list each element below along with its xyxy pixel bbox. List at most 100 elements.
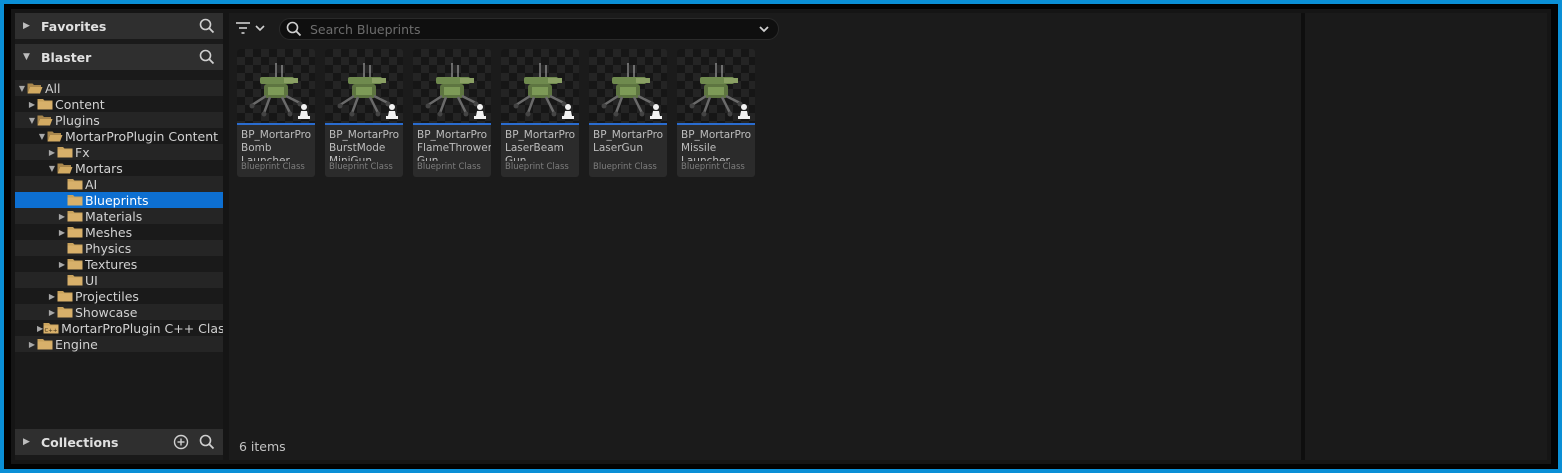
folder-icon	[37, 338, 53, 350]
tree-item[interactable]: ▶ Fx	[15, 144, 223, 160]
filter-button[interactable]	[235, 19, 271, 37]
item-count: 6 items	[239, 439, 286, 454]
tree-item-label: Blueprints	[85, 192, 149, 208]
expand-right-icon[interactable]: ▶	[27, 100, 37, 109]
expand-right-icon[interactable]: ▶	[57, 228, 67, 237]
tree-item[interactable]: ▶ Showcase	[15, 304, 223, 320]
asset-tile[interactable]: BP_MortarPro FlameThrower Gun Blueprint C…	[413, 49, 491, 177]
folder-open-icon	[57, 162, 73, 174]
folder-icon	[37, 98, 53, 110]
tree-item-label: Plugins	[55, 112, 100, 128]
tree-item[interactable]: ▼ Mortars	[15, 160, 223, 176]
asset-type: Blueprint Class	[681, 162, 745, 172]
folder-icon	[67, 274, 83, 286]
tree-item[interactable]: ▶ Materials	[15, 208, 223, 224]
asset-grid: BP_MortarPro Bomb Launcher Blueprint Clas…	[237, 49, 755, 177]
folder-icon	[57, 306, 73, 318]
tree-item[interactable]: ▶ Projectiles	[15, 288, 223, 304]
asset-type: Blueprint Class	[329, 162, 393, 172]
tree-item-label: Physics	[85, 240, 132, 256]
asset-tile[interactable]: BP_MortarPro Bomb Launcher Blueprint Clas…	[237, 49, 315, 177]
expand-right-icon[interactable]: ▶	[47, 148, 57, 157]
expand-right-icon[interactable]: ▶	[57, 260, 67, 269]
asset-tile[interactable]: BP_MortarPro LaserGun Blueprint Class	[589, 49, 667, 177]
asset-tile[interactable]: BP_MortarPro Missile Launcher Blueprint C…	[677, 49, 755, 177]
asset-tile[interactable]: BP_MortarPro LaserBeam Gun Blueprint Clas…	[501, 49, 579, 177]
tree-item[interactable]: ▶ Content	[15, 96, 223, 112]
tree-item-label: Engine	[55, 336, 98, 352]
folder-icon: C++	[43, 322, 59, 334]
folder-open-icon	[47, 130, 63, 142]
expand-right-icon[interactable]: ▶	[57, 212, 67, 221]
blueprint-actor-icon	[562, 104, 574, 119]
collections-header[interactable]: ▶ Collections	[15, 429, 223, 455]
chevron-down-icon: ▼	[23, 52, 30, 62]
folder-icon	[67, 226, 83, 238]
blueprint-actor-icon	[386, 104, 398, 119]
expand-right-icon[interactable]: ▶	[47, 308, 57, 317]
asset-thumbnail	[501, 49, 579, 125]
search-input[interactable]	[308, 20, 752, 38]
asset-thumbnail	[237, 49, 315, 125]
tree-item-label: Projectiles	[75, 288, 139, 304]
tree-item[interactable]: ▶C++MortarProPlugin C++ Classes	[15, 320, 223, 336]
blueprint-actor-icon	[738, 104, 750, 119]
tree-item-label: Textures	[85, 256, 138, 272]
tree-item-label: Mortars	[75, 160, 123, 176]
search-icon[interactable]	[199, 49, 215, 65]
asset-name: BP_MortarPro LaserGun	[593, 129, 664, 154]
chevron-right-icon: ▶	[23, 21, 30, 31]
asset-type: Blueprint Class	[417, 162, 481, 172]
search-bar[interactable]	[279, 18, 779, 40]
tree-item[interactable]: ▼ MortarProPlugin Content	[15, 128, 223, 144]
content-browser-body: ▶ Favorites ▼ Blaster ▼ All ▶ Content ▼ Plugi…	[11, 9, 1551, 464]
folder-icon	[67, 210, 83, 222]
tree-item-label: Materials	[85, 208, 143, 224]
tree-item-label: MortarProPlugin C++ Classes	[61, 320, 223, 336]
asset-type: Blueprint Class	[593, 162, 657, 172]
tree-item[interactable]: Blueprints	[15, 192, 223, 208]
expand-right-icon[interactable]: ▶	[47, 292, 57, 301]
search-options-chevron-icon[interactable]	[758, 23, 770, 35]
tree-item[interactable]: ▶ Textures	[15, 256, 223, 272]
tree-item[interactable]: ▶ Engine	[15, 336, 223, 352]
expand-down-icon[interactable]: ▼	[17, 84, 27, 93]
expand-down-icon[interactable]: ▼	[27, 116, 37, 125]
tree-item-label: Content	[55, 96, 105, 112]
expand-down-icon[interactable]: ▼	[47, 164, 57, 173]
tree-item-label: Meshes	[85, 224, 133, 240]
blueprint-actor-icon	[298, 104, 310, 119]
expand-right-icon[interactable]: ▶	[27, 340, 37, 349]
blueprint-actor-icon	[474, 104, 486, 119]
tree-item-label: All	[45, 80, 61, 96]
asset-type: Blueprint Class	[505, 162, 569, 172]
expand-down-icon[interactable]: ▼	[37, 132, 47, 141]
folder-open-icon	[27, 82, 43, 94]
tree-item[interactable]: UI	[15, 272, 223, 288]
favorites-header[interactable]: ▶ Favorites	[15, 13, 223, 39]
asset-thumbnail	[325, 49, 403, 125]
tree-item[interactable]: Physics	[15, 240, 223, 256]
tree-item[interactable]: AI	[15, 176, 223, 192]
filter-icon	[236, 22, 250, 34]
asset-tile[interactable]: BP_MortarPro BurstMode MiniGun Blueprint …	[325, 49, 403, 177]
asset-name: BP_MortarPro Bomb Launcher	[241, 129, 312, 161]
asset-name: BP_MortarPro FlameThrower Gun	[417, 129, 491, 161]
tree-item-label: AI	[85, 176, 98, 192]
search-icon[interactable]	[199, 18, 215, 34]
tree-item[interactable]: ▼ All	[15, 80, 223, 96]
add-collection-icon[interactable]	[173, 434, 189, 450]
search-icon[interactable]	[199, 434, 215, 450]
asset-thumbnail	[589, 49, 667, 125]
collections-label: Collections	[41, 434, 119, 450]
chevron-right-icon: ▶	[23, 437, 30, 447]
project-header[interactable]: ▼ Blaster	[15, 44, 223, 70]
tree-item[interactable]: ▶ Meshes	[15, 224, 223, 240]
asset-view: BP_MortarPro Bomb Launcher Blueprint Clas…	[229, 13, 1301, 460]
folder-icon	[67, 258, 83, 270]
tree-item[interactable]: ▼ Plugins	[15, 112, 223, 128]
folder-icon	[57, 146, 73, 158]
details-panel	[1305, 13, 1547, 460]
asset-name: BP_MortarPro BurstMode MiniGun	[329, 129, 400, 161]
folder-icon	[57, 290, 73, 302]
